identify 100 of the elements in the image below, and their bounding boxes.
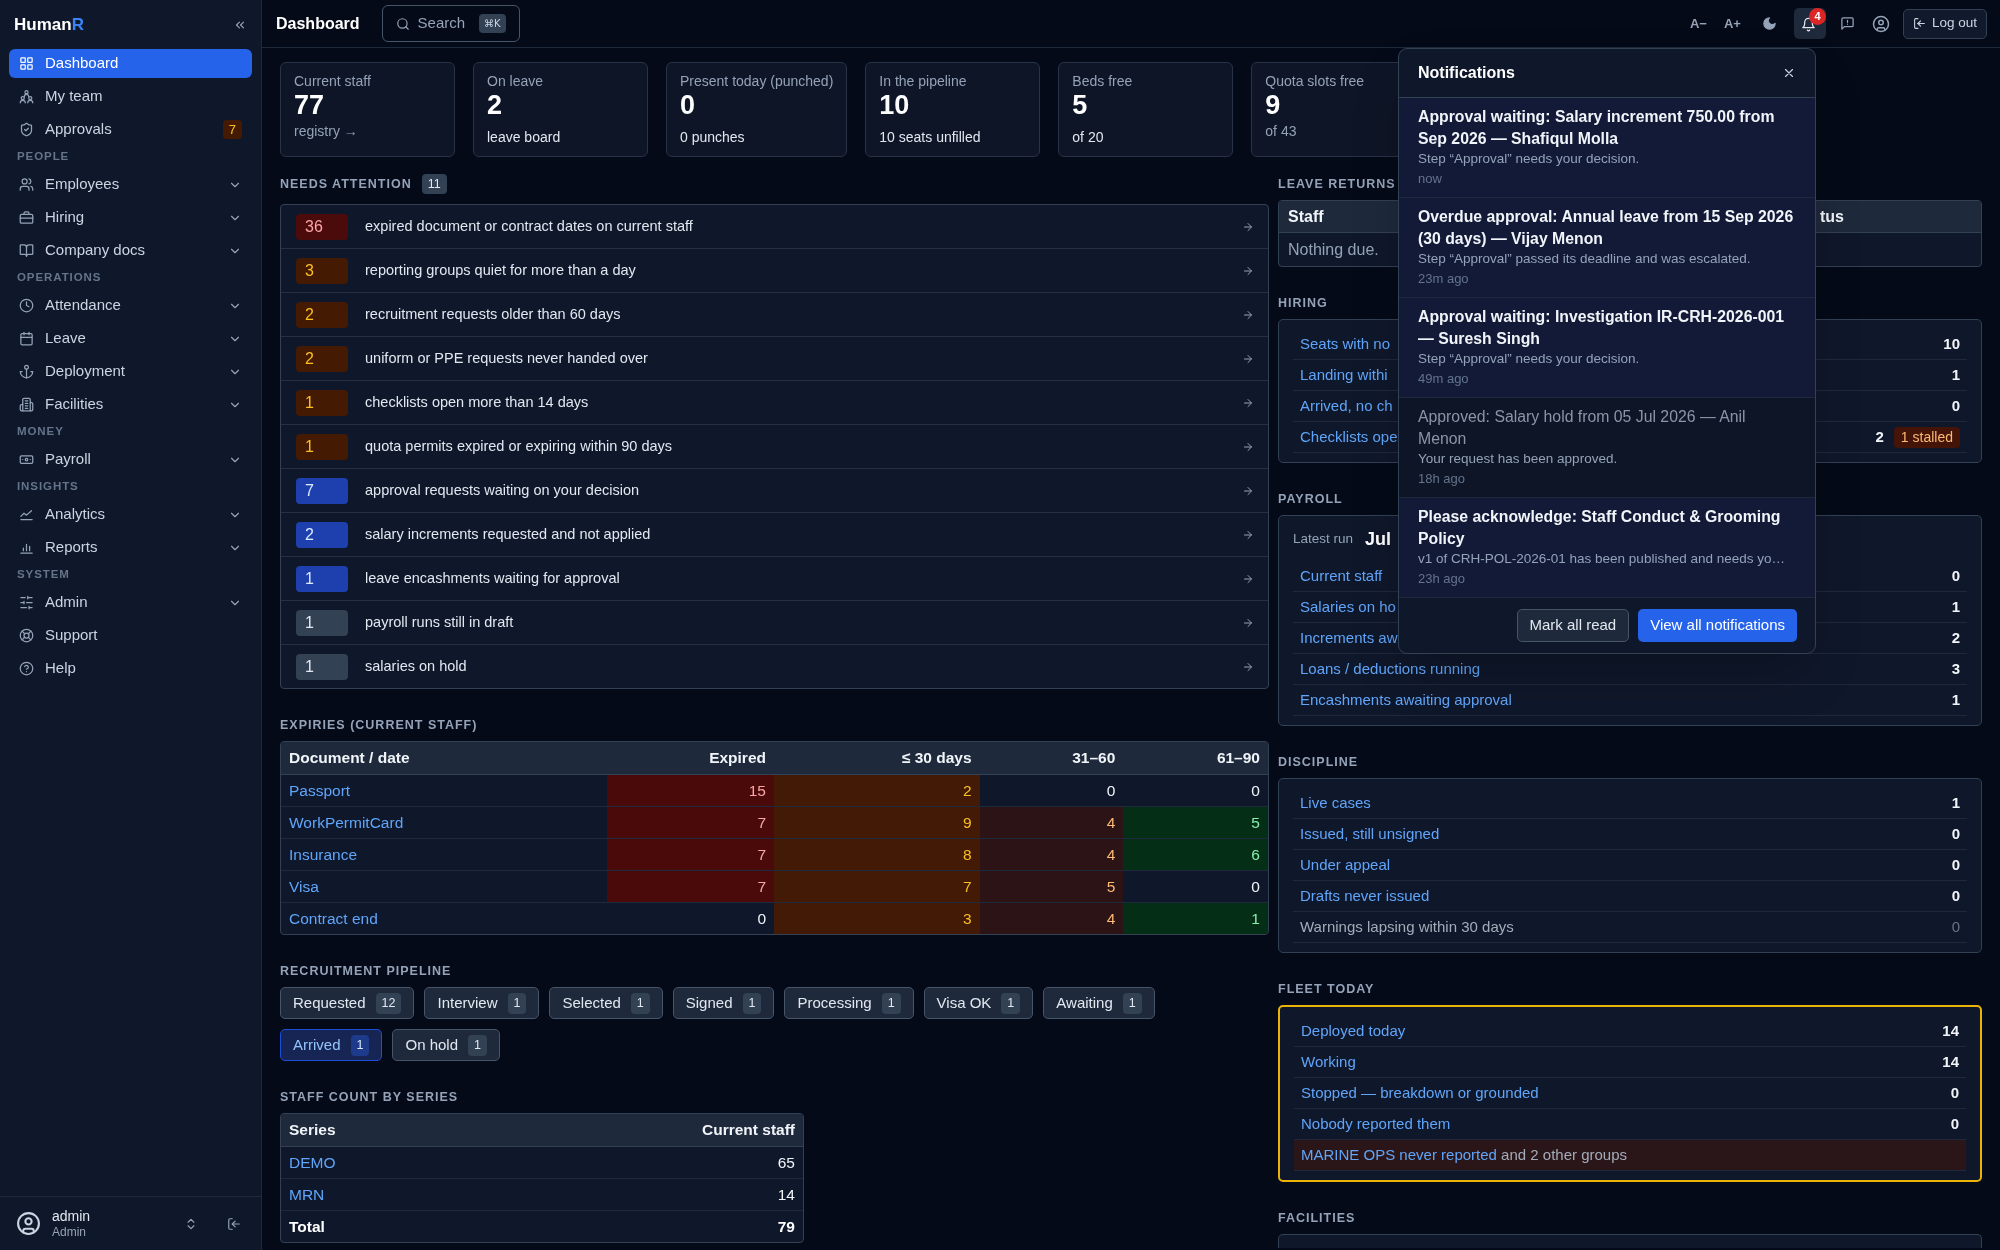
metric-link[interactable]: Stopped — breakdown or grounded	[1301, 1081, 1539, 1105]
stage-filter[interactable]: Selected 1	[549, 987, 663, 1019]
notification-item[interactable]: Approval waiting: Salary increment 750.00 from Sep 2026 — Shafiqul Molla Step “Approval” needs your decision. now	[1399, 98, 1815, 198]
column-header: Expired	[709, 748, 766, 769]
user-circle-icon[interactable]	[1871, 14, 1890, 33]
count-badge: 1	[1001, 992, 1021, 1014]
sidebar-item[interactable]: Deployment	[9, 357, 252, 386]
sidebar-item[interactable]: Admin	[9, 588, 252, 617]
metric-link[interactable]: Drafts never issued	[1300, 884, 1430, 908]
attention-item[interactable]: 1 payroll runs still in draft	[281, 601, 1268, 645]
moon-icon[interactable]	[1761, 16, 1777, 31]
sidebar-item[interactable]: Company docs	[9, 236, 252, 265]
attention-item[interactable]: 3 reporting groups quiet for more than a day	[281, 249, 1268, 293]
section-title: LEAVE RETURNS	[1278, 176, 1396, 193]
document-link[interactable]: Contract end	[289, 906, 378, 931]
empty-message: Nothing due.	[1288, 239, 1379, 260]
attention-item[interactable]: 2 salary increments requested and not applied	[281, 513, 1268, 557]
stage-filter[interactable]: Processing 1	[784, 987, 914, 1019]
metric-link[interactable]: Issued, still unsigned	[1300, 822, 1440, 846]
count-badge: 7	[222, 120, 242, 139]
attention-item[interactable]: 1 checklists open more than 14 days	[281, 381, 1268, 425]
document-link[interactable]: Insurance	[289, 842, 358, 867]
table-cell: 7	[607, 807, 774, 838]
search-button[interactable]: Search ⌘K	[381, 5, 520, 42]
sidebar-item[interactable]: Leave	[9, 324, 252, 353]
series-link[interactable]: DEMO	[289, 1150, 336, 1175]
notification-count: 4	[1808, 7, 1826, 25]
metric-link[interactable]: Landing withi	[1300, 363, 1388, 387]
stage-filter[interactable]: Visa OK 1	[923, 987, 1034, 1019]
column-header: 61–90	[1216, 748, 1260, 769]
lifebuoy-icon	[19, 628, 34, 643]
font-size-button[interactable]: A+	[1723, 13, 1741, 34]
metric-value: 3	[1951, 658, 1960, 679]
sidebar-item[interactable]: Dashboard	[9, 49, 252, 78]
document-link[interactable]: Visa	[289, 874, 319, 899]
metric-link[interactable]: Deployed today	[1301, 1019, 1406, 1043]
sidebar-item[interactable]: Support	[9, 621, 252, 650]
stat-link[interactable]: registry →	[294, 122, 358, 140]
sidebar-item[interactable]: My team	[9, 82, 252, 111]
metric-link[interactable]: Encashments awaiting approval	[1300, 688, 1512, 712]
notifications-button[interactable]: 4	[1793, 7, 1826, 39]
attention-item[interactable]: 36 expired document or contract dates on current staff	[281, 205, 1268, 249]
attention-item[interactable]: 1 quota permits expired or expiring within 90 days	[281, 425, 1268, 469]
mark-all-read-button[interactable]: Mark all read	[1516, 609, 1630, 642]
stage-filter[interactable]: Arrived 1	[280, 1029, 383, 1061]
arrow-right-icon	[1242, 264, 1254, 277]
close-icon[interactable]	[1782, 66, 1796, 80]
series-link[interactable]: MRN	[289, 1182, 325, 1207]
attention-item[interactable]: 1 leave encashments waiting for approval	[281, 557, 1268, 601]
metric-link[interactable]: Arrived, no ch	[1300, 394, 1393, 418]
notification-item[interactable]: Overdue approval: Annual leave from 15 Sep 2026 (30 days) — Vijay Menon Step “Approval” passed its deadline and was escalated. 23m ago	[1399, 198, 1815, 298]
metric-value: 2	[1875, 426, 1884, 447]
notification-item[interactable]: Approved: Salary hold from 05 Jul 2026 — Anil Menon Your request has been approved. 18h ago	[1399, 398, 1815, 498]
metric-link[interactable]: Current staff	[1300, 564, 1383, 588]
notification-item[interactable]: Please acknowledge: Staff Conduct & Grooming Policy v1 of CRH-POL-2026-01 has been published and needs yo… 23h ago	[1399, 498, 1815, 598]
logout-button[interactable]: Log out	[1902, 8, 1987, 39]
stage-filter[interactable]: On hold 1	[392, 1029, 500, 1061]
attention-item[interactable]: 1 salaries on hold	[281, 645, 1268, 688]
exit-icon[interactable]	[227, 1216, 241, 1231]
group-link[interactable]: MARINE OPS never reported	[1301, 1146, 1497, 1163]
section-label: INSIGHTS	[16, 479, 79, 494]
attention-item[interactable]: 2 uniform or PPE requests never handed over	[281, 337, 1268, 381]
metric-link[interactable]: Under appeal	[1300, 853, 1391, 877]
sidebar-item[interactable]: Payroll	[9, 445, 252, 474]
table-cell: 15	[607, 775, 774, 806]
column-header: ≤ 30 days	[901, 748, 972, 769]
document-link[interactable]: WorkPermitCard	[289, 810, 404, 835]
users-icon	[19, 177, 34, 192]
count-badge: 2	[296, 345, 348, 372]
sidebar-item[interactable]: Facilities	[9, 390, 252, 419]
stage-filter[interactable]: Signed 1	[672, 987, 775, 1019]
notification-item[interactable]: Approval waiting: Investigation IR-CRH-2026-001 — Suresh Singh Step “Approval” needs your decision. 49m ago	[1399, 298, 1815, 398]
metric-link[interactable]: Increments aw	[1300, 626, 1398, 650]
arrow-right-icon	[1242, 484, 1254, 497]
count-badge: 7	[296, 477, 348, 504]
sidebar-item[interactable]: Hiring	[9, 203, 252, 232]
sidebar-item[interactable]: Help	[9, 654, 252, 683]
stage-filter[interactable]: Interview 1	[424, 987, 540, 1019]
message-icon[interactable]	[1839, 16, 1855, 31]
sidebar-item[interactable]: Analytics	[9, 500, 252, 529]
font-size-button[interactable]: A−	[1690, 13, 1707, 34]
metric-link[interactable]: Salaries on ho	[1300, 595, 1396, 619]
metric-link[interactable]: Nobody reported them	[1301, 1112, 1451, 1136]
sidebar-item[interactable]: Reports	[9, 533, 252, 562]
stage-filter[interactable]: Awaiting 1	[1043, 987, 1155, 1019]
view-all-button[interactable]: View all notifications	[1638, 609, 1797, 642]
metric-link[interactable]: Loans / deductions running	[1300, 657, 1481, 681]
stage-filter[interactable]: Requested 12	[280, 987, 415, 1019]
sidebar-item[interactable]: Employees	[9, 170, 252, 199]
metric-link[interactable]: Checklists ope	[1300, 425, 1398, 449]
app-logo: HumanR	[14, 14, 84, 35]
metric-link[interactable]: Live cases	[1300, 791, 1371, 815]
people-icon	[19, 89, 34, 104]
sidebar-item[interactable]: Approvals 7	[9, 115, 252, 144]
sidebar-item[interactable]: Attendance	[9, 291, 252, 320]
document-link[interactable]: Passport	[289, 778, 351, 803]
attention-item[interactable]: 2 recruitment requests older than 60 days	[281, 293, 1268, 337]
metric-link[interactable]: Working	[1301, 1050, 1356, 1074]
metric-link[interactable]: Seats with no	[1300, 332, 1391, 356]
attention-item[interactable]: 7 approval requests waiting on your decision	[281, 469, 1268, 513]
